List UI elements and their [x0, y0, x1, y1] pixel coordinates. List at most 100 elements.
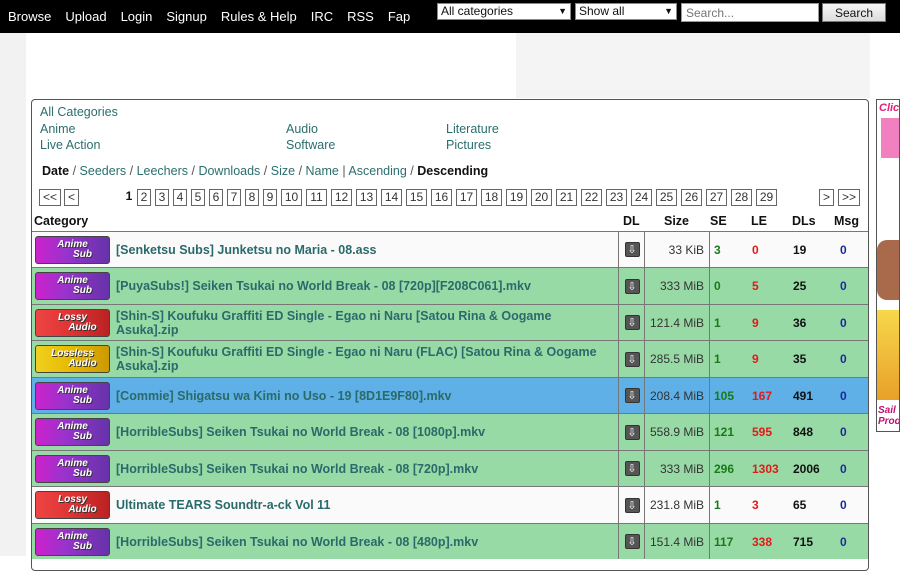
category-all-link[interactable]: All Categories [40, 105, 118, 119]
torrent-name-link[interactable]: [PuyaSubs!] Seiken Tsukai no World Break… [116, 268, 614, 304]
download-icon[interactable]: ⇩ [624, 461, 640, 476]
torrent-name-link[interactable]: [HorribleSubs] Seiken Tsukai no World Br… [116, 414, 614, 450]
page-4-button[interactable]: 4 [173, 189, 187, 206]
nav-upload-link[interactable]: Upload [65, 9, 106, 24]
download-icon[interactable]: ⇩ [624, 315, 640, 330]
page-15-button[interactable]: 15 [406, 189, 427, 206]
page-20-button[interactable]: 20 [531, 189, 552, 206]
page-8-button[interactable]: 8 [245, 189, 259, 206]
page-22-button[interactable]: 22 [581, 189, 602, 206]
torrent-name-link[interactable]: [HorribleSubs] Seiken Tsukai no World Br… [116, 451, 614, 486]
category-literature-link[interactable]: Literature [446, 122, 499, 136]
category-badge[interactable]: Anime Sub [35, 455, 110, 483]
page-5-button[interactable]: 5 [191, 189, 205, 206]
page-29-button[interactable]: 29 [756, 189, 777, 206]
sort-ascending-link[interactable]: Ascending [348, 164, 406, 178]
page-19-button[interactable]: 19 [506, 189, 527, 206]
messages-cell: 0 [840, 242, 847, 257]
page-18-button[interactable]: 18 [481, 189, 502, 206]
nav-rules-help-link[interactable]: Rules & Help [221, 9, 297, 24]
sort-size-link[interactable]: Size [271, 164, 295, 178]
category-badge[interactable]: Lossy Audio [35, 491, 110, 519]
download-cell: ⇩ [620, 378, 644, 413]
page-12-button[interactable]: 12 [331, 189, 352, 206]
torrent-name-link[interactable]: [Commie] Shigatsu wa Kimi no Uso - 19 [8… [116, 378, 614, 413]
page-10-button[interactable]: 10 [281, 189, 302, 206]
column-divider [709, 451, 710, 486]
category-live-action-link[interactable]: Live Action [40, 138, 100, 152]
category-badge[interactable]: Anime Sub [35, 382, 110, 410]
page-6-button[interactable]: 6 [209, 189, 223, 206]
nav-browse-link[interactable]: Browse [8, 9, 51, 24]
category-pictures-link[interactable]: Pictures [446, 138, 491, 152]
search-button[interactable]: Search [822, 3, 886, 22]
torrent-name-link[interactable]: [Shin-S] Koufuku Graffiti ED Single - Eg… [116, 341, 614, 377]
search-input[interactable] [681, 3, 819, 22]
page-7-button[interactable]: 7 [227, 189, 241, 206]
nav-login-link[interactable]: Login [121, 9, 153, 24]
header-se[interactable]: SE [710, 214, 727, 228]
first-page-button[interactable]: << [39, 189, 61, 206]
last-page-button[interactable]: >> [838, 189, 860, 206]
prev-page-button[interactable]: < [64, 189, 79, 206]
torrent-name-link[interactable]: [Shin-S] Koufuku Graffiti ED Single - Eg… [116, 305, 614, 340]
page-28-button[interactable]: 28 [731, 189, 752, 206]
size-cell: 231.8 MiB [649, 498, 704, 512]
category-badge[interactable]: Anime Sub [35, 418, 110, 446]
sort-seeders-link[interactable]: Seeders [80, 164, 127, 178]
category-select[interactable]: All categories ▼ [437, 3, 571, 20]
sort-downloads-link[interactable]: Downloads [198, 164, 260, 178]
page-23-button[interactable]: 23 [606, 189, 627, 206]
page-16-button[interactable]: 16 [431, 189, 452, 206]
current-page[interactable]: 1 [124, 189, 134, 206]
sort-name-link[interactable]: Name [306, 164, 339, 178]
download-icon[interactable]: ⇩ [624, 242, 640, 257]
download-icon[interactable]: ⇩ [624, 388, 640, 403]
header-category[interactable]: Category [34, 214, 88, 228]
leechers-cell: 3 [752, 498, 759, 512]
nav-irc-link[interactable]: IRC [311, 9, 333, 24]
nav-signup-link[interactable]: Signup [166, 9, 206, 24]
category-badge[interactable]: Anime Sub [35, 528, 110, 556]
sort-descending-link[interactable]: Descending [417, 164, 488, 178]
page-2-button[interactable]: 2 [137, 189, 151, 206]
category-badge[interactable]: Anime Sub [35, 236, 110, 264]
page-11-button[interactable]: 11 [306, 189, 327, 206]
nav-rss-link[interactable]: RSS [347, 9, 374, 24]
download-icon[interactable]: ⇩ [624, 278, 640, 294]
next-page-button[interactable]: > [819, 189, 834, 206]
table-row: Anime Sub [HorribleSubs] Seiken Tsukai no … [32, 450, 868, 486]
download-icon[interactable]: ⇩ [624, 534, 640, 549]
page-27-button[interactable]: 27 [706, 189, 727, 206]
column-divider [618, 414, 619, 450]
category-badge[interactable]: Anime Sub [35, 272, 110, 300]
category-badge[interactable]: Lossless Audio [35, 345, 110, 373]
download-icon[interactable]: ⇩ [624, 497, 640, 513]
page-25-button[interactable]: 25 [656, 189, 677, 206]
page-17-button[interactable]: 17 [456, 189, 477, 206]
category-audio-link[interactable]: Audio [286, 122, 318, 136]
page-26-button[interactable]: 26 [681, 189, 702, 206]
page-21-button[interactable]: 21 [556, 189, 577, 206]
page-24-button[interactable]: 24 [631, 189, 652, 206]
category-anime-link[interactable]: Anime [40, 122, 75, 136]
header-dls[interactable]: DLs [792, 214, 816, 228]
download-icon[interactable]: ⇩ [624, 424, 640, 440]
filter-select[interactable]: Show all ▼ [575, 3, 677, 20]
sort-date-link[interactable]: Date [42, 164, 69, 178]
category-software-link[interactable]: Software [286, 138, 335, 152]
page-3-button[interactable]: 3 [155, 189, 169, 206]
torrent-name-link[interactable]: [Senketsu Subs] Junketsu no Maria - 08.a… [116, 232, 614, 267]
torrent-name-link[interactable]: [HorribleSubs] Seiken Tsukai no World Br… [116, 524, 614, 559]
page-13-button[interactable]: 13 [356, 189, 377, 206]
nav-fap-link[interactable]: Fap [388, 9, 410, 24]
torrent-name-link[interactable]: Ultimate TEARS Soundtr-a-ck Vol 11 [116, 487, 614, 523]
download-icon[interactable]: ⇩ [624, 351, 640, 367]
side-advertisement[interactable]: Clic Sail Prod [876, 99, 900, 432]
sort-leechers-link[interactable]: Leechers [137, 164, 188, 178]
header-size[interactable]: Size [664, 214, 689, 228]
header-le[interactable]: LE [751, 214, 767, 228]
page-9-button[interactable]: 9 [263, 189, 277, 206]
page-14-button[interactable]: 14 [381, 189, 402, 206]
category-badge[interactable]: Lossy Audio [35, 309, 110, 337]
